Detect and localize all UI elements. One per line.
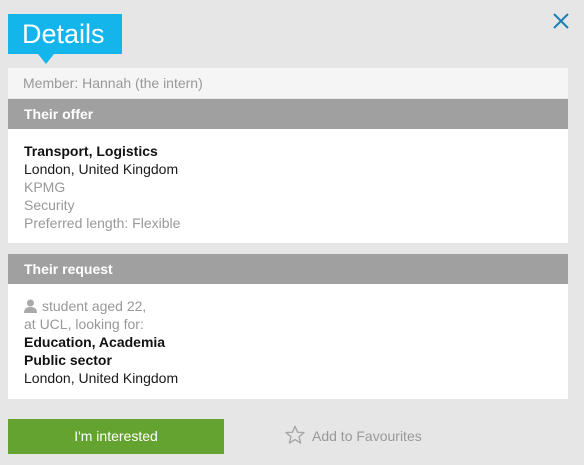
request-student-line1: student aged 22, [24, 297, 568, 315]
offer-location: London, United Kingdom [24, 161, 179, 177]
request-sector-2: Public sector [24, 352, 112, 368]
details-title-tag: Details [8, 14, 122, 64]
interested-button[interactable]: I'm interested [8, 419, 224, 454]
star-icon[interactable] [284, 424, 306, 446]
close-button[interactable] [551, 11, 571, 31]
offer-panel: Transport, Logistics London, United King… [8, 129, 568, 243]
request-panel: student aged 22, at UCL, looking for: Ed… [8, 284, 568, 399]
offer-company: KPMG [24, 179, 66, 195]
offer-header: Their offer [8, 99, 568, 129]
title-tag-pointer [38, 54, 54, 64]
favourites-label: Add to Favourites [312, 428, 422, 444]
offer-sector: Transport, Logistics [24, 143, 158, 159]
offer-heading: Their offer [24, 106, 94, 122]
request-student-line2: at UCL, looking for: [24, 316, 144, 332]
close-icon[interactable] [551, 11, 571, 31]
add-to-favourites-link[interactable]: Add to Favourites [284, 422, 422, 450]
request-sector-1: Education, Academia [24, 334, 166, 350]
request-student-age: student aged 22, [42, 298, 147, 314]
offer-length: Preferred length: Flexible [24, 215, 181, 231]
page-title: Details [22, 19, 105, 49]
request-heading: Their request [24, 261, 113, 277]
offer-department: Security [24, 197, 75, 213]
request-header: Their request [8, 254, 568, 284]
person-icon [24, 299, 37, 313]
member-label: Member: Hannah (the intern) [23, 75, 203, 91]
request-location: London, United Kingdom [24, 370, 179, 386]
member-bar: Member: Hannah (the intern) [8, 68, 568, 98]
